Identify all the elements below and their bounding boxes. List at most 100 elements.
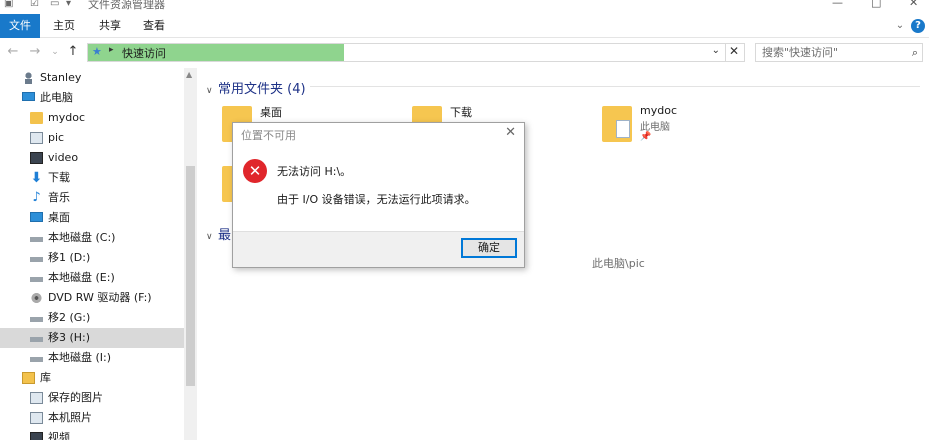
nav-item-camera-roll[interactable]: 本机照片 xyxy=(0,408,184,428)
dialog-title: 位置不可用 xyxy=(241,129,296,142)
chevron-down-icon[interactable]: ∨ xyxy=(206,232,218,242)
quick-access-properties-icon[interactable]: ☑ xyxy=(30,0,39,9)
chevron-down-icon[interactable]: ∨ xyxy=(206,86,218,96)
folder-icon xyxy=(30,112,43,124)
ok-button[interactable]: 确定 xyxy=(461,238,517,258)
nav-item-drive-i[interactable]: 本地磁盘 (I:) xyxy=(0,348,184,368)
image-icon xyxy=(30,412,43,424)
tab-home[interactable]: 主页 xyxy=(44,14,84,38)
search-placeholder: 搜索"快速访问" xyxy=(762,46,839,59)
drive-icon xyxy=(30,272,43,284)
quick-access-customize-icon[interactable]: ▾ xyxy=(66,0,71,9)
group-divider xyxy=(310,86,920,87)
recent-locations-button[interactable]: ⌄ xyxy=(46,43,64,61)
video-icon xyxy=(30,152,43,164)
group-header-label: 最 xyxy=(218,228,232,243)
app-icon: ▣ xyxy=(4,0,14,9)
nav-item-music[interactable]: ♪ 音乐 xyxy=(0,188,184,208)
address-clear-icon[interactable]: ✕ xyxy=(729,44,739,58)
nav-item-label: 本地磁盘 (C:) xyxy=(48,231,116,244)
quick-access-star-icon: ★ xyxy=(92,45,102,58)
up-button[interactable]: ↑ xyxy=(64,43,82,61)
nav-item-label: DVD RW 驱动器 (F:) xyxy=(48,291,152,304)
maximize-button[interactable]: □ xyxy=(871,0,881,9)
group-header-label: 常用文件夹 (4) xyxy=(218,82,306,97)
nav-item-label: 本地磁盘 (I:) xyxy=(48,351,112,364)
nav-item-libraries[interactable]: 库 xyxy=(0,368,184,388)
quick-access-newfolder-icon[interactable]: ▭ xyxy=(50,0,59,9)
drive-icon xyxy=(30,252,43,264)
tab-view[interactable]: 查看 xyxy=(134,14,174,38)
forward-button[interactable]: → xyxy=(26,43,44,61)
image-icon xyxy=(30,132,43,144)
folder-doc-icon xyxy=(602,106,632,142)
nav-item-drive-g[interactable]: 移2 (G:) xyxy=(0,308,184,328)
nav-item-label: 音乐 xyxy=(48,191,70,204)
dialog-footer: 确定 xyxy=(233,231,524,267)
address-divider xyxy=(725,44,726,61)
nav-item-mydoc[interactable]: mydoc xyxy=(0,108,184,128)
desktop-icon xyxy=(30,212,43,222)
nav-item-label: mydoc xyxy=(48,111,85,124)
window-title: 文件资源管理器 xyxy=(88,0,165,11)
drive-icon xyxy=(30,352,43,364)
nav-item-drive-c[interactable]: 本地磁盘 (C:) xyxy=(0,228,184,248)
minimize-button[interactable]: — xyxy=(832,0,843,9)
drive-icon xyxy=(30,312,43,324)
address-dropdown-icon[interactable]: ⌄ xyxy=(712,45,720,56)
nav-item-label: video xyxy=(48,151,79,164)
nav-item-label: 库 xyxy=(40,371,51,384)
address-toolbar: ← → ⌄ ↑ ★ ▸ 快速访问 ⌄ ✕ 搜索"快速访问" ⌕ xyxy=(0,38,929,68)
nav-item-desktop[interactable]: 桌面 xyxy=(0,208,184,228)
nav-item-label: 保存的图片 xyxy=(48,391,103,404)
user-icon xyxy=(22,72,35,84)
nav-item-label: 桌面 xyxy=(48,211,70,224)
nav-item-label: 下载 xyxy=(48,171,70,184)
nav-item-drive-h[interactable]: 移3 (H:) xyxy=(0,328,184,348)
nav-item-this-pc[interactable]: 此电脑 xyxy=(0,88,184,108)
folder-location: 此电脑 xyxy=(640,122,670,133)
pc-icon xyxy=(22,92,35,101)
group-header-recent[interactable]: ∨ 最 xyxy=(206,224,231,243)
nav-item-label: 移3 (H:) xyxy=(48,331,91,344)
address-field[interactable]: ★ ▸ 快速访问 ⌄ ✕ xyxy=(87,43,745,62)
tab-share[interactable]: 共享 xyxy=(88,14,132,38)
pin-icon: 📌 xyxy=(640,132,652,142)
search-input[interactable]: 搜索"快速访问" ⌕ xyxy=(755,43,923,62)
nav-item-label: 本地磁盘 (E:) xyxy=(48,271,115,284)
breadcrumb-separator-icon[interactable]: ▸ xyxy=(109,45,114,55)
drive-icon xyxy=(30,232,43,244)
nav-scrollbar-thumb[interactable] xyxy=(186,166,195,386)
image-icon xyxy=(30,392,43,404)
dialog-message-detail: 由于 I/O 设备错误，无法运行此项请求。 xyxy=(277,193,476,206)
group-header-frequent[interactable]: ∨ 常用文件夹 (4) xyxy=(206,78,306,97)
nav-item-label: 移1 (D:) xyxy=(48,251,91,264)
nav-item-videos-lib[interactable]: 视频 xyxy=(0,428,184,440)
nav-item-label: 本机照片 xyxy=(48,411,92,424)
music-icon: ♪ xyxy=(32,190,41,205)
nav-item-drive-e[interactable]: 本地磁盘 (E:) xyxy=(0,268,184,288)
nav-item-pic[interactable]: pic xyxy=(0,128,184,148)
ribbon-expand-icon[interactable]: ⌄ xyxy=(893,19,907,33)
dialog-close-button[interactable]: ✕ xyxy=(505,125,516,140)
nav-scrollbar[interactable]: ▲ xyxy=(184,68,197,440)
error-dialog: 位置不可用 ✕ ✕ 无法访问 H:\。 由于 I/O 设备错误，无法运行此项请求… xyxy=(232,122,525,268)
nav-item-stanley[interactable]: Stanley xyxy=(0,68,184,88)
close-button[interactable]: ✕ xyxy=(909,0,918,9)
dialog-message-main: 无法访问 H:\。 xyxy=(277,165,352,178)
nav-item-downloads[interactable]: ⬇ 下载 xyxy=(0,168,184,188)
folder-tile-mydoc[interactable]: mydoc 此电脑 📌 xyxy=(602,104,792,154)
nav-item-drive-f[interactable]: DVD RW 驱动器 (F:) xyxy=(0,288,184,308)
back-button[interactable]: ← xyxy=(4,43,22,61)
tab-file[interactable]: 文件 xyxy=(0,14,40,38)
folder-name: 桌面 xyxy=(260,106,282,119)
search-icon[interactable]: ⌕ xyxy=(912,44,918,61)
nav-item-saved-pictures[interactable]: 保存的图片 xyxy=(0,388,184,408)
help-icon[interactable]: ? xyxy=(911,19,925,33)
scroll-up-icon[interactable]: ▲ xyxy=(186,70,192,79)
nav-item-video[interactable]: video xyxy=(0,148,184,168)
drive-icon xyxy=(30,332,43,344)
download-icon: ⬇ xyxy=(30,170,43,186)
nav-item-drive-d[interactable]: 移1 (D:) xyxy=(0,248,184,268)
breadcrumb-quick-access[interactable]: 快速访问 xyxy=(122,45,166,61)
